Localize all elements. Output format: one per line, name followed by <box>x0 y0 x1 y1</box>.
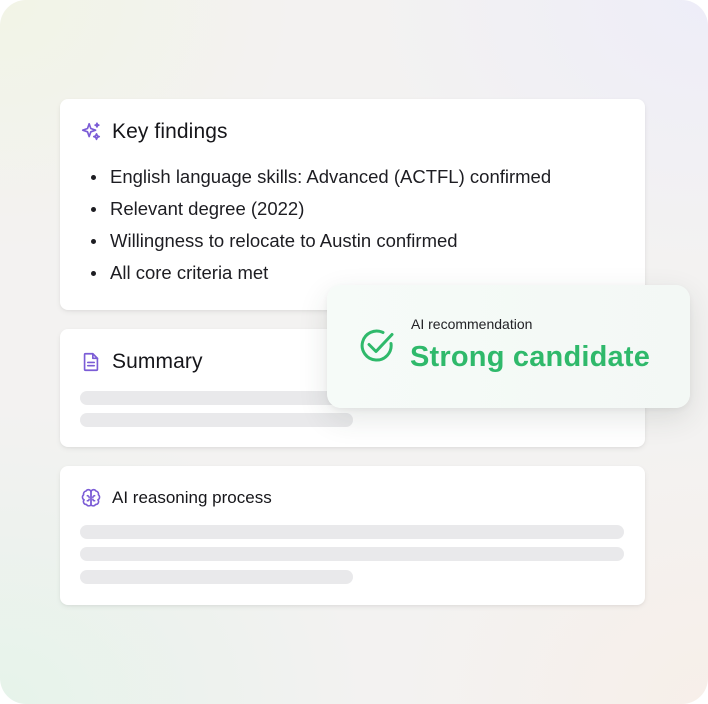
reasoning-title: AI reasoning process <box>112 488 272 507</box>
reasoning-card: AI reasoning process <box>60 466 645 605</box>
brain-icon <box>80 487 102 509</box>
summary-header: Summary <box>80 350 203 374</box>
list-item: Relevant degree (2022) <box>90 193 551 225</box>
key-findings-card: Key findings English language skills: Ad… <box>60 99 645 310</box>
recommendation-value: Strong candidate <box>410 341 651 373</box>
sparkle-icon <box>80 121 102 143</box>
list-item: Willingness to relocate to Austin confir… <box>90 225 551 257</box>
check-circle-icon <box>358 327 396 365</box>
recommendation-label: AI recommendation <box>411 316 533 332</box>
reasoning-placeholder-line <box>80 570 353 584</box>
key-findings-list: English language skills: Advanced (ACTFL… <box>90 161 551 289</box>
key-findings-header: Key findings <box>80 120 228 144</box>
summary-title: Summary <box>112 350 203 373</box>
document-icon <box>80 351 102 373</box>
reasoning-placeholder-line <box>80 547 624 561</box>
summary-placeholder-line <box>80 413 353 427</box>
reasoning-placeholder-line <box>80 525 624 539</box>
key-findings-title: Key findings <box>112 120 228 143</box>
ai-recommendation-card: AI recommendation Strong candidate <box>327 285 690 408</box>
reasoning-header: AI reasoning process <box>80 487 272 509</box>
background: Key findings English language skills: Ad… <box>0 0 708 704</box>
list-item: English language skills: Advanced (ACTFL… <box>90 161 551 193</box>
